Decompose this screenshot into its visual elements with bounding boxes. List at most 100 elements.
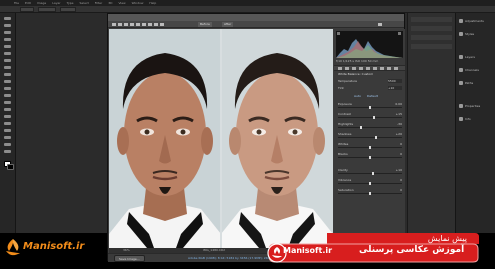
tool-icon[interactable] (4, 66, 11, 69)
tool-icon[interactable] (4, 150, 11, 153)
tool-icon[interactable] (4, 101, 11, 104)
slider-track[interactable] (338, 127, 402, 128)
image-preview[interactable] (109, 29, 333, 248)
slider-value[interactable]: 0 (400, 153, 402, 156)
tint-input[interactable]: +10 (388, 86, 394, 90)
slider-exposure[interactable]: Exposure 0.00 (338, 103, 402, 109)
dock-panel-item[interactable]: Channels (456, 65, 495, 75)
slider-blacks[interactable]: Blacks 0 (338, 153, 402, 159)
camera-calibration-tab-icon[interactable] (387, 67, 391, 70)
tool-icon[interactable] (4, 94, 11, 97)
tool-icon[interactable] (4, 143, 11, 146)
tool-icon[interactable] (4, 129, 11, 132)
white-balance-select[interactable]: Custom (362, 72, 374, 76)
menu-item[interactable]: 3D (108, 1, 112, 5)
slider-thumb[interactable] (369, 182, 371, 185)
zoom-tool-icon[interactable] (112, 23, 116, 26)
temperature-input[interactable]: 5500 (388, 79, 396, 83)
effects-tab-icon[interactable] (380, 67, 384, 70)
slider-thumb[interactable] (369, 156, 371, 159)
dock-panel-item[interactable]: Adjustments (456, 16, 495, 26)
menu-item[interactable]: View (118, 1, 125, 5)
slider-value[interactable]: +20 (396, 133, 402, 136)
presets-tab-icon[interactable] (394, 67, 398, 70)
tool-icon[interactable] (4, 87, 11, 90)
default-link[interactable]: Default (367, 94, 378, 98)
options-field[interactable] (38, 7, 56, 12)
slider-thumb[interactable] (369, 106, 371, 109)
tool-icon[interactable] (4, 136, 11, 139)
slider-thumb[interactable] (373, 116, 375, 119)
tool-icon[interactable] (4, 59, 11, 62)
red-eye-icon[interactable] (154, 23, 158, 26)
hsl-tab-icon[interactable] (359, 67, 363, 70)
panel-row[interactable] (411, 44, 452, 49)
lens-tab-icon[interactable] (373, 67, 377, 70)
slider-value[interactable]: +10 (396, 169, 402, 172)
straighten-tool-icon[interactable] (142, 23, 146, 26)
spot-removal-icon[interactable] (148, 23, 152, 26)
dock-panel-item[interactable]: Styles (456, 29, 495, 39)
tool-icon[interactable] (4, 122, 11, 125)
dock-panel-item[interactable]: Layers (456, 52, 495, 62)
menu-item[interactable]: Image (37, 1, 46, 5)
adjustment-brush-icon[interactable] (160, 23, 164, 26)
menu-item[interactable]: Filter (95, 1, 102, 5)
fullscreen-icon[interactable] (378, 23, 382, 26)
menu-item[interactable]: Select (80, 1, 89, 5)
menu-item[interactable]: File (14, 1, 19, 5)
slider-shadows[interactable]: Shadows +20 (338, 133, 402, 139)
color-sampler-icon[interactable] (130, 23, 134, 26)
menu-item[interactable]: Edit (25, 1, 31, 5)
dock-panel-item[interactable]: Paths (456, 78, 495, 88)
slider-clarity[interactable]: Clarity +10 (338, 169, 402, 175)
slider-contrast[interactable]: Contrast +15 (338, 113, 402, 119)
options-field[interactable] (20, 7, 34, 12)
slider-value[interactable]: 0 (400, 189, 402, 192)
slider-value[interactable]: +15 (396, 113, 402, 116)
tool-icon[interactable] (4, 45, 11, 48)
slider-thumb[interactable] (375, 136, 377, 139)
tool-icon[interactable] (4, 80, 11, 83)
workflow-options-link[interactable]: Adobe RGB (1998); 8 bit; 5184 by 3456 (1… (188, 256, 275, 260)
dock-panel-item[interactable]: Properties (456, 101, 495, 111)
save-image-button[interactable]: Save Image... (114, 255, 145, 262)
slider-value[interactable]: -30 (397, 123, 402, 126)
auto-link[interactable]: Auto (354, 94, 361, 98)
crop-tool-icon[interactable] (136, 23, 140, 26)
slider-thumb[interactable] (369, 146, 371, 149)
slider-value[interactable]: 0 (400, 143, 402, 146)
white-balance-tool-icon[interactable] (124, 23, 128, 26)
panel-row[interactable] (411, 17, 452, 22)
tool-icon[interactable] (4, 17, 11, 20)
slider-highlights[interactable]: Highlights -30 (338, 123, 402, 129)
slider-value[interactable]: 0.00 (395, 103, 402, 106)
slider-saturation[interactable]: Saturation 0 (338, 189, 402, 195)
slider-vibrance[interactable]: Vibrance 0 (338, 179, 402, 185)
tool-icon[interactable] (4, 38, 11, 41)
tool-icon[interactable] (4, 115, 11, 118)
tool-icon[interactable] (4, 73, 11, 76)
basic-tab-icon[interactable] (338, 67, 342, 70)
slider-track[interactable] (338, 173, 402, 174)
panel-row[interactable] (411, 35, 452, 40)
hand-tool-icon[interactable] (118, 23, 122, 26)
tool-icon[interactable] (4, 108, 11, 111)
slider-track[interactable] (338, 137, 402, 138)
slider-value[interactable]: 0 (400, 179, 402, 182)
tool-icon[interactable] (4, 24, 11, 27)
slider-thumb[interactable] (360, 126, 362, 129)
background-color-swatch[interactable] (7, 164, 14, 170)
menu-item[interactable]: Window (132, 1, 144, 5)
slider-track[interactable] (338, 117, 402, 118)
split-toning-tab-icon[interactable] (366, 67, 370, 70)
slider-thumb[interactable] (372, 172, 374, 175)
dock-panel-item[interactable]: Info (456, 114, 495, 124)
tone-curve-tab-icon[interactable] (345, 67, 349, 70)
menu-item[interactable]: Type (67, 1, 74, 5)
options-field[interactable] (60, 7, 76, 12)
tool-icon[interactable] (4, 31, 11, 34)
slider-whites[interactable]: Whites 0 (338, 143, 402, 149)
slider-thumb[interactable] (369, 192, 371, 195)
menu-item[interactable]: Help (149, 1, 156, 5)
